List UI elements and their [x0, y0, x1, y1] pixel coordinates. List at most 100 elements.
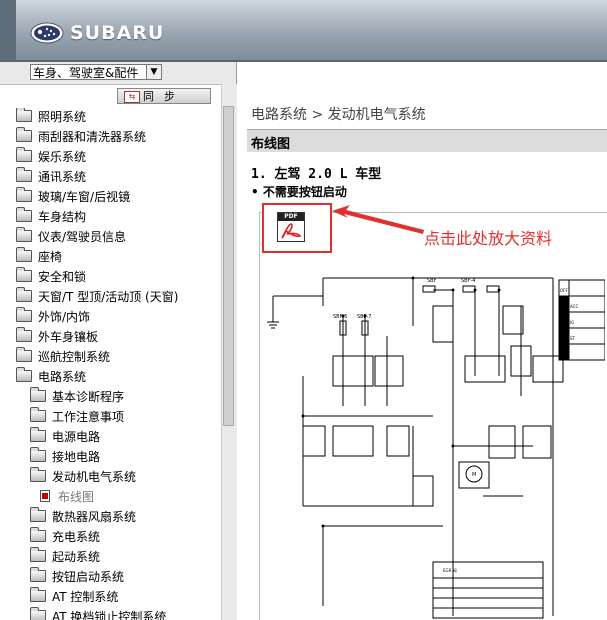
folder-icon	[16, 167, 32, 182]
tree-item[interactable]: 车身结构	[16, 206, 86, 226]
tree-item-label: 雨刮器和清洗器系统	[38, 129, 147, 144]
egr-label: EGR 阀	[443, 567, 457, 573]
folder-icon	[16, 327, 32, 342]
ign-st-label: ST	[570, 336, 576, 341]
tree-item[interactable]: 电路系统	[16, 366, 86, 386]
content-pane: 电路系统 > 发动机电气系统 布线图 1. 左驾 2.0 L 车型 • 不需要按…	[237, 62, 607, 620]
folder-icon	[30, 567, 46, 582]
tree-item[interactable]: 座椅	[16, 246, 62, 266]
pdf-highlight-box[interactable]: PDF	[262, 203, 332, 253]
folder-icon	[16, 127, 32, 142]
tree-item[interactable]: 通讯系统	[16, 166, 86, 186]
pdf-icon[interactable]: PDF	[277, 212, 305, 242]
tree-item-label: 仪表/驾驶员信息	[38, 229, 127, 244]
tree-item-label: 安全和锁	[38, 269, 87, 284]
category-select[interactable]: 车身、驾驶室&配件 ▼	[30, 64, 162, 80]
folder-icon	[30, 407, 46, 422]
tree-item[interactable]: 发动机电气系统	[30, 466, 136, 486]
section-title: 布线图	[251, 137, 291, 152]
tree-item-label: 照明系统	[38, 109, 87, 124]
tree-item[interactable]: 工作注意事项	[30, 406, 124, 426]
header-stripe	[0, 0, 16, 60]
tree-item-label: 基本诊断程序	[52, 389, 125, 404]
tree-item[interactable]: 外饰/内饰	[16, 306, 90, 326]
section-bar: 布线图	[247, 129, 607, 152]
tree-item[interactable]: 散热器风扇系统	[30, 506, 136, 526]
tree-item[interactable]: 电源电路	[30, 426, 100, 446]
nav-tree: 照明系统雨刮器和清洗器系统 娱乐系统通讯系统玻璃/车窗/后视镜车身结构仪表/驾驶员…	[0, 108, 222, 620]
tree-item-label: 电路系统	[38, 369, 87, 384]
tree-item[interactable]: 起动系统	[30, 546, 100, 566]
tree-item-label: 接地电路	[52, 449, 101, 464]
ign-acc-label: ACC	[570, 304, 578, 309]
folder-icon	[16, 367, 32, 382]
tree-item-label: 充电系统	[52, 529, 101, 544]
model-heading: 1. 左驾 2.0 L 车型	[251, 167, 382, 182]
tree-item-label: 发动机电气系统	[52, 469, 137, 484]
folder-icon	[30, 507, 46, 522]
brand-name: SUBARU	[70, 22, 165, 44]
tree-item-label: 玻璃/车窗/后视镜	[38, 189, 131, 204]
tree-item-label: AT 换档锁止控制系统	[52, 609, 167, 620]
motor-label: M	[472, 472, 476, 478]
tree-item[interactable]: 雨刮器和清洗器系统	[16, 126, 146, 146]
brand-logo: SUBARU	[30, 22, 164, 44]
model-subheading: • 不需要按钮启动	[251, 185, 347, 199]
sync-label: 同步	[143, 90, 185, 103]
tree-item[interactable]: 娱乐系统	[16, 146, 86, 166]
tree-item-label: 外车身镶板	[38, 329, 99, 344]
nav-scrollbar-thumb[interactable]	[223, 106, 234, 426]
folder-icon	[30, 527, 46, 542]
tree-item-label: 天窗/T 型顶/活动顶 (天窗)	[38, 289, 179, 304]
folder-icon	[16, 267, 32, 282]
folder-icon	[16, 147, 32, 162]
folder-icon	[30, 447, 46, 462]
tree-item[interactable]: 按钮启动系统	[30, 566, 124, 586]
folder-icon	[30, 607, 46, 620]
tree-item[interactable]: AT 控制系统	[30, 586, 118, 606]
folder-icon	[16, 247, 32, 262]
sync-button[interactable]: ⇆ 同步	[117, 88, 211, 104]
sync-icon: ⇆	[124, 91, 140, 103]
app-header: SUBARU	[0, 0, 607, 62]
tree-item[interactable]: 玻璃/车窗/后视镜	[16, 186, 130, 206]
folder-icon	[16, 287, 32, 302]
breadcrumb: 电路系统 > 发动机电气系统	[251, 107, 426, 123]
tree-item[interactable]: 接地电路	[30, 446, 100, 466]
tree-item[interactable]: 布线图	[40, 486, 94, 506]
tree-item[interactable]: 外车身镶板	[16, 326, 98, 346]
callout-arrow	[332, 205, 424, 234]
tree-item-label: 座椅	[38, 249, 63, 264]
enlarge-callout: 点击此处放大资料	[424, 229, 553, 248]
folder-icon	[30, 387, 46, 402]
folder-icon	[30, 547, 46, 562]
fuse-label-sbf5: SBF-5	[333, 314, 347, 320]
tree-item[interactable]: 照明系统	[16, 108, 86, 126]
tree-item-label: 布线图	[58, 489, 95, 504]
folder-icon	[16, 207, 32, 222]
tree-item-label: 按钮启动系统	[52, 569, 125, 584]
ign-ig-label: IG	[570, 320, 574, 325]
tree-item[interactable]: AT 换档锁止控制系统	[30, 606, 166, 620]
tree-item[interactable]: 天窗/T 型顶/活动顶 (天窗)	[16, 286, 178, 306]
fuse-label-sbf4: SBF-4	[461, 278, 475, 284]
folder-icon	[16, 227, 32, 242]
category-select-value: 车身、驾驶室&配件	[33, 66, 139, 80]
subaru-logo-icon	[30, 22, 64, 44]
folder-icon	[16, 307, 32, 322]
tree-item-label: 电源电路	[52, 429, 101, 444]
tree-item[interactable]: 安全和锁	[16, 266, 86, 286]
tree-item[interactable]: 巡航控制系统	[16, 346, 110, 366]
tree-item[interactable]: 仪表/驾驶员信息	[16, 226, 126, 246]
tree-item-label: 娱乐系统	[38, 149, 87, 164]
fuse-label-sbf7: SBF-7	[357, 314, 371, 320]
tree-item-label: 通讯系统	[38, 169, 87, 184]
tree-item[interactable]: 基本诊断程序	[30, 386, 124, 406]
fuse-label-sbf: SBF	[427, 278, 437, 284]
pdf-icon-label: PDF	[278, 213, 304, 221]
tree-item-label: 起动系统	[52, 549, 101, 564]
folder-icon	[30, 587, 46, 602]
document-icon	[40, 490, 50, 502]
tree-item[interactable]: 充电系统	[30, 526, 100, 546]
chevron-down-icon[interactable]: ▼	[146, 65, 161, 79]
